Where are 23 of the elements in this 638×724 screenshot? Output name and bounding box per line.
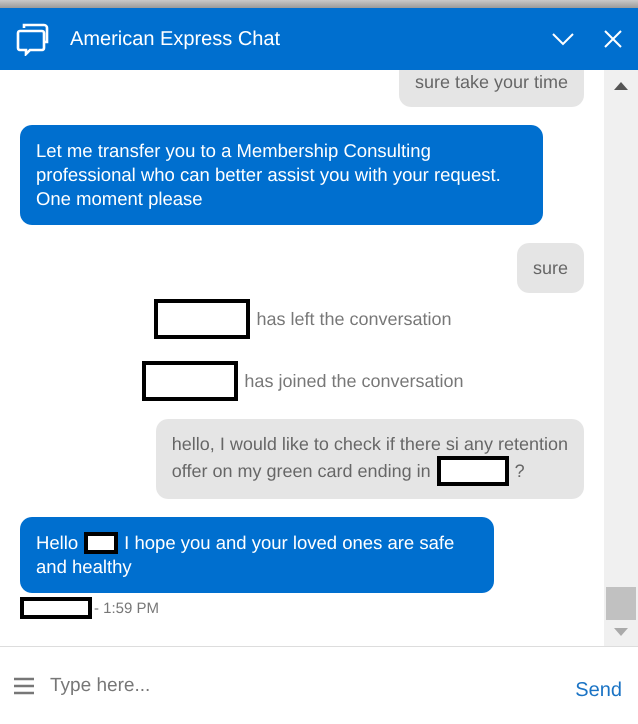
menu-icon[interactable] (14, 676, 34, 694)
message-text: I hope you and your loved ones are safe (124, 531, 454, 555)
message-text: - 1:59 PM (94, 600, 160, 616)
message-text: sure take your time (414, 72, 568, 92)
chevron-down-icon (552, 32, 574, 46)
message-text: Hello (36, 531, 78, 555)
message-text: hello, I would like to check if there si any retention (172, 433, 568, 456)
window-title: American Express Chat (70, 28, 282, 50)
message-text: ? (514, 460, 525, 483)
message-text: offer on my green card ending in (172, 460, 431, 483)
scrollbar-thumb[interactable] (606, 587, 636, 620)
scroll-up-icon (614, 82, 628, 90)
message-text: Let me transfer you to a Membership Consulting professional who can better assist you with your request. One moment please (36, 140, 501, 209)
send-button[interactable]: Send (571, 675, 626, 706)
message-text: has joined the conversation (244, 370, 464, 392)
redaction-box (20, 597, 92, 619)
scrollbar[interactable] (604, 70, 638, 646)
redaction-box (84, 532, 118, 554)
scroll-down-icon (614, 628, 628, 636)
message-text: and healthy (36, 555, 132, 579)
message-text: has left the conversation (256, 308, 452, 330)
message-text: sure (532, 258, 568, 278)
close-icon (604, 30, 622, 48)
